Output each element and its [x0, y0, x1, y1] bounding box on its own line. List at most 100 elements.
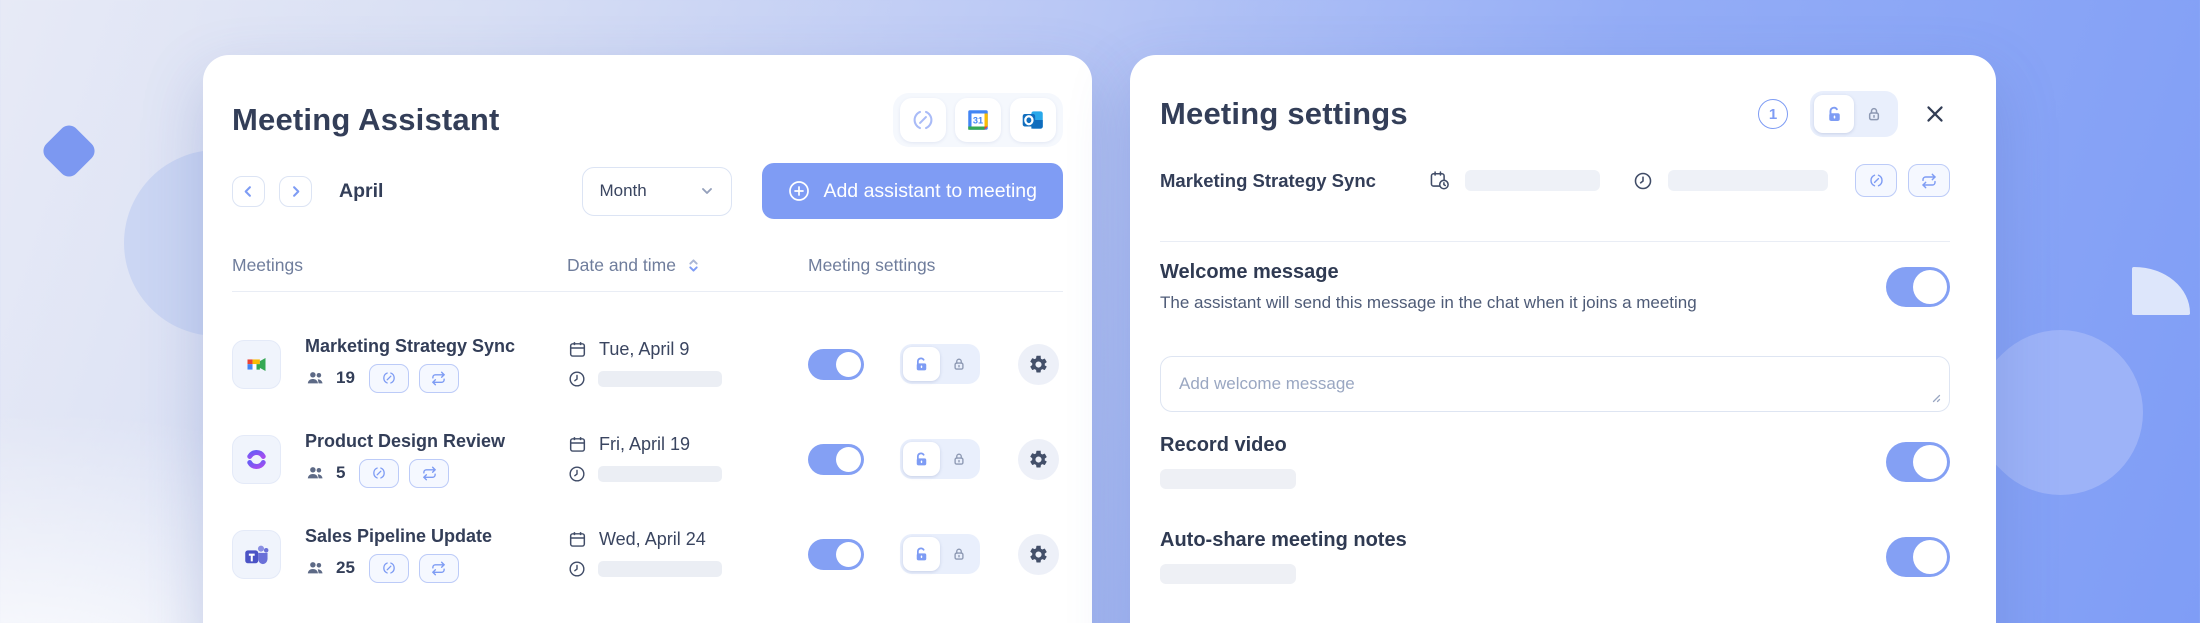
view-select-value: Month	[599, 181, 647, 200]
view-select[interactable]: Month	[582, 166, 733, 216]
recurring-badge[interactable]	[418, 363, 459, 393]
close-button[interactable]	[1920, 99, 1950, 129]
unlocked-option[interactable]	[1814, 95, 1854, 133]
lock-segmented-control	[900, 439, 980, 479]
chevron-down-icon	[702, 188, 713, 194]
unlocked-option[interactable]	[903, 442, 940, 476]
unlock-icon	[916, 547, 927, 560]
gear-icon	[1030, 355, 1047, 372]
current-month-label: April	[339, 179, 384, 202]
next-month-button[interactable]	[279, 175, 312, 207]
column-header-settings: Meeting settings	[808, 255, 936, 275]
recurring-badge[interactable]	[1908, 164, 1950, 197]
welcome-message-toggle[interactable]	[1886, 267, 1950, 307]
locked-option[interactable]	[940, 537, 977, 571]
auto-share-toggle[interactable]	[1886, 537, 1950, 577]
meeting-date: Fri, April 19	[599, 434, 691, 454]
unlocked-option[interactable]	[903, 347, 940, 381]
lock-segmented-control	[900, 344, 980, 384]
recurring-badge[interactable]	[409, 458, 450, 488]
row-settings-button[interactable]	[1018, 533, 1059, 575]
meeting-assistant-panel: Meeting Assistant 31 April Month Add ass…	[203, 55, 1092, 623]
lock-segmented-control	[1810, 91, 1898, 137]
settings-title: Meeting settings	[1160, 96, 1408, 131]
meeting-date: Tue, April 9	[599, 339, 690, 359]
unlocked-option[interactable]	[903, 537, 940, 571]
chevron-left-icon	[244, 185, 251, 197]
participants-icon	[307, 466, 323, 478]
locked-option[interactable]	[940, 442, 977, 476]
copy-link-icon[interactable]	[900, 98, 946, 142]
calendar-icon	[569, 342, 586, 357]
meeting-link-badge[interactable]	[368, 553, 409, 583]
meeting-link-badge[interactable]	[359, 458, 400, 488]
prev-month-button[interactable]	[232, 175, 265, 207]
repeat-icon	[423, 466, 436, 480]
lock-icon	[953, 358, 964, 370]
table-row: Marketing Strategy Sync 19 Tue, April 9	[232, 334, 1063, 394]
table-divider	[232, 291, 1063, 292]
repeat-icon	[432, 561, 446, 575]
unlock-icon	[916, 452, 927, 465]
column-header-meetings: Meetings	[232, 255, 304, 275]
row-settings-button[interactable]	[1018, 343, 1059, 385]
record-video-placeholder	[1160, 469, 1296, 489]
record-video-heading: Record video	[1160, 434, 1287, 456]
decor-quarter-shape	[2132, 267, 2190, 315]
meeting-title: Sales Pipeline Update	[305, 525, 493, 546]
calendar-clock-icon	[1430, 171, 1449, 190]
participants-count: 25	[336, 558, 355, 577]
add-assistant-button[interactable]: Add assistant to meeting	[762, 163, 1063, 219]
participants-icon	[307, 561, 323, 573]
time-placeholder	[598, 466, 722, 482]
assistant-toggle[interactable]	[808, 348, 864, 380]
google-calendar-icon[interactable]: 31	[955, 98, 1001, 142]
ms-teams-icon	[232, 529, 281, 579]
column-header-date: Date and time	[567, 255, 676, 275]
assistant-toggle[interactable]	[808, 538, 864, 570]
gear-icon	[1030, 450, 1047, 467]
link-icon	[383, 562, 395, 574]
participants-count: 19	[336, 368, 355, 387]
close-icon	[1927, 106, 1943, 122]
clock-icon	[569, 466, 585, 482]
add-assistant-label: Add assistant to meeting	[823, 179, 1037, 202]
locked-option[interactable]	[1854, 95, 1894, 133]
google-meet-icon	[232, 339, 281, 389]
recurring-badge[interactable]	[418, 553, 459, 583]
lock-icon	[953, 548, 964, 560]
locked-option[interactable]	[940, 347, 977, 381]
assistant-toggle[interactable]	[808, 443, 864, 475]
meeting-settings-panel: Meeting settings 1 Marketing Strategy Sy…	[1130, 55, 1996, 623]
svg-text:31: 31	[973, 115, 983, 125]
record-video-toggle[interactable]	[1886, 442, 1950, 482]
sort-icon[interactable]	[685, 257, 702, 274]
outlook-icon[interactable]	[1010, 98, 1056, 142]
settings-divider	[1160, 241, 1950, 242]
integrations-pill: 31	[893, 93, 1063, 147]
table-row: Product Design Review 5 Fri, April 19	[232, 429, 1063, 489]
time-placeholder	[598, 561, 722, 577]
welcome-message-input[interactable]	[1160, 356, 1950, 412]
date-placeholder	[1464, 170, 1600, 191]
decor-diamond-shape	[39, 121, 99, 181]
repeat-icon	[1922, 173, 1936, 188]
selected-meeting-title: Marketing Strategy Sync	[1160, 169, 1376, 191]
row-settings-button[interactable]	[1018, 438, 1059, 480]
link-icon	[1869, 174, 1883, 187]
meeting-title: Marketing Strategy Sync	[305, 335, 516, 356]
count-badge: 1	[1758, 99, 1788, 129]
welcome-message-heading: Welcome message	[1160, 261, 1339, 283]
chevron-right-icon	[293, 185, 300, 197]
unlock-icon	[1828, 106, 1840, 121]
meeting-title: Product Design Review	[305, 430, 506, 451]
repeat-icon	[432, 371, 446, 385]
meeting-link-badge[interactable]	[368, 363, 409, 393]
lock-segmented-control	[900, 534, 980, 574]
resize-handle-icon[interactable]	[1929, 391, 1941, 403]
time-placeholder	[598, 371, 722, 387]
lock-icon	[953, 453, 964, 465]
welcome-message-description: The assistant will send this message in …	[1160, 293, 1697, 312]
time-placeholder	[1667, 170, 1828, 191]
meeting-link-badge[interactable]	[1855, 164, 1897, 197]
